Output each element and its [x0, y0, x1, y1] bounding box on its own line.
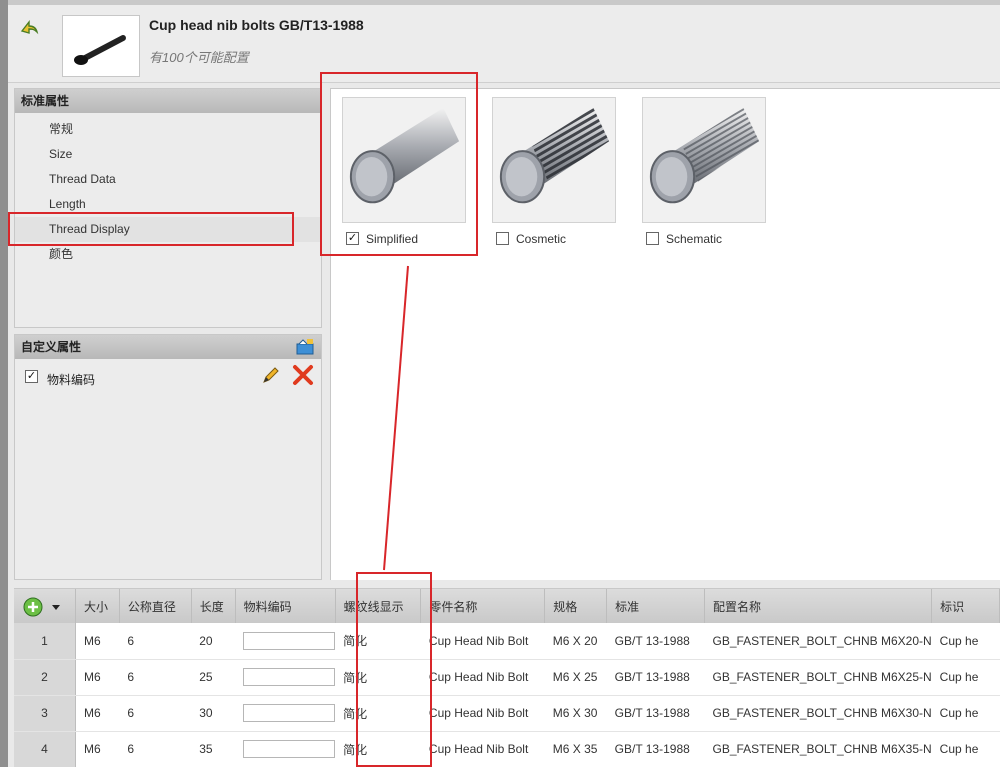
- schematic-thread-image: [642, 97, 766, 223]
- cell-spec: M6 X 30: [544, 695, 607, 732]
- cell-size: M6: [75, 659, 120, 696]
- standard-attributes-panel: 标准属性 常规 Size Thread Data Length Thread D…: [14, 88, 322, 328]
- cell-standard: GB/T 13-1988: [606, 659, 705, 696]
- cell-identifier: Cup he: [931, 659, 1000, 696]
- bolt-thumbnail: [62, 15, 140, 77]
- cell-standard: GB/T 13-1988: [606, 695, 705, 732]
- cell-size: M6: [75, 695, 120, 732]
- row-number: 3: [14, 695, 76, 732]
- cell-diameter: 6: [119, 731, 192, 767]
- bolt-thumbnail-icon: [74, 35, 126, 65]
- cell-config-name: GB_FASTENER_BOLT_CHNB M6X25-N: [704, 659, 932, 696]
- col-spec[interactable]: 规格: [544, 589, 608, 623]
- cell-spec: M6 X 20: [544, 623, 607, 660]
- cell-spec: M6 X 25: [544, 659, 607, 696]
- table-row[interactable]: 3 M6 6 30 简化 Cup Head Nib Bolt M6 X 30 G…: [14, 695, 1000, 732]
- header: Cup head nib bolts GB/T13-1988 有100个可能配置: [8, 5, 1000, 83]
- cosmetic-thread-image: [492, 97, 616, 223]
- grid-menu-icon[interactable]: [22, 596, 68, 618]
- std-item-thread-data[interactable]: Thread Data: [15, 167, 321, 192]
- cell-length: 20: [191, 623, 236, 660]
- cell-size: M6: [75, 731, 120, 767]
- cell-standard: GB/T 13-1988: [606, 731, 705, 767]
- standard-attributes-header: 标准属性: [15, 89, 321, 113]
- col-size[interactable]: 大小: [75, 589, 120, 623]
- cell-part-name: Cup Head Nib Bolt: [420, 731, 545, 767]
- annotation-box-thread-display: [8, 212, 294, 246]
- annotation-connector-line: [383, 265, 409, 571]
- table-row[interactable]: 2 M6 6 25 简化 Cup Head Nib Bolt M6 X 25 G…: [14, 659, 1000, 696]
- cell-identifier: Cup he: [931, 695, 1000, 732]
- cosmetic-label: Cosmetic: [516, 232, 567, 246]
- custom-attributes-title: 自定义属性: [21, 340, 82, 354]
- table-row[interactable]: 1 M6 6 20 简化 Cup Head Nib Bolt M6 X 20 G…: [14, 623, 1000, 660]
- cell-material-code: [235, 623, 336, 660]
- material-code-input[interactable]: [243, 668, 336, 686]
- custom-attribute-label: 物料编码: [47, 373, 96, 387]
- cell-identifier: Cup he: [931, 623, 1000, 660]
- annotation-box-thread-column: [356, 572, 432, 767]
- std-item-size[interactable]: Size: [15, 142, 321, 167]
- col-part-name[interactable]: 零件名称: [420, 589, 546, 623]
- cell-identifier: Cup he: [931, 731, 1000, 767]
- add-property-icon[interactable]: [295, 338, 315, 356]
- cell-material-code: [235, 731, 336, 767]
- cell-config-name: GB_FASTENER_BOLT_CHNB M6X30-N: [704, 695, 932, 732]
- cell-diameter: 6: [119, 695, 192, 732]
- schematic-label: Schematic: [666, 232, 723, 246]
- cosmetic-checkbox[interactable]: [496, 232, 509, 245]
- cell-length: 30: [191, 695, 236, 732]
- cell-standard: GB/T 13-1988: [606, 623, 705, 660]
- edit-pencil-icon[interactable]: [261, 365, 281, 385]
- cell-config-name: GB_FASTENER_BOLT_CHNB M6X20-N: [704, 623, 932, 660]
- cell-spec: M6 X 35: [544, 731, 607, 767]
- page-title: Cup head nib bolts GB/T13-1988: [149, 17, 364, 33]
- schematic-checkbox[interactable]: [646, 232, 659, 245]
- col-identifier[interactable]: 标识: [931, 589, 1000, 623]
- table-row[interactable]: 4 M6 6 35 简化 Cup Head Nib Bolt M6 X 35 G…: [14, 731, 1000, 767]
- row-number: 1: [14, 623, 76, 660]
- configuration-table: 大小 公称直径 长度 物料编码 螺纹线显示 零件名称 规格 标准 配置名称 标识…: [14, 589, 1000, 767]
- annotation-box-simplified: [320, 72, 478, 256]
- cell-part-name: Cup Head Nib Bolt: [420, 623, 545, 660]
- row-number: 2: [14, 659, 76, 696]
- cell-diameter: 6: [119, 623, 192, 660]
- cell-length: 25: [191, 659, 236, 696]
- custom-attributes-panel: 自定义属性 ✓ 物料编码: [14, 334, 322, 580]
- col-config-name[interactable]: 配置名称: [704, 589, 933, 623]
- material-code-input[interactable]: [243, 740, 336, 758]
- window-left-border: [0, 0, 8, 767]
- back-arrow-icon[interactable]: [18, 15, 40, 37]
- configuration-grid: 大小 公称直径 长度 物料编码 螺纹线显示 零件名称 规格 标准 配置名称 标识…: [14, 588, 1000, 767]
- option-cosmetic[interactable]: Cosmetic: [492, 97, 616, 253]
- cell-material-code: [235, 695, 336, 732]
- material-code-input[interactable]: [243, 631, 336, 650]
- custom-attributes-header: 自定义属性: [15, 335, 321, 359]
- col-material-code[interactable]: 物料编码: [235, 589, 336, 623]
- config-count: 有100个可能配置: [149, 50, 249, 65]
- table-header-row: 大小 公称直径 长度 物料编码 螺纹线显示 零件名称 规格 标准 配置名称 标识: [14, 589, 1000, 623]
- cell-size: M6: [75, 623, 120, 660]
- col-standard[interactable]: 标准: [606, 589, 705, 623]
- cell-diameter: 6: [119, 659, 192, 696]
- grid-menu-cell: [14, 589, 76, 623]
- col-length[interactable]: 长度: [191, 589, 236, 623]
- option-schematic[interactable]: Schematic: [642, 97, 766, 253]
- material-code-input[interactable]: [243, 704, 336, 722]
- custom-attribute-checkbox[interactable]: ✓: [25, 370, 38, 383]
- cell-part-name: Cup Head Nib Bolt: [420, 695, 545, 732]
- col-nominal-diameter[interactable]: 公称直径: [119, 589, 192, 623]
- cell-config-name: GB_FASTENER_BOLT_CHNB M6X35-N: [704, 731, 932, 767]
- cell-length: 35: [191, 731, 236, 767]
- custom-attribute-row: ✓ 物料编码: [15, 359, 321, 389]
- std-item-general[interactable]: 常规: [15, 117, 321, 142]
- row-number: 4: [14, 731, 76, 767]
- cell-material-code: [235, 659, 336, 696]
- delete-x-icon[interactable]: [291, 363, 315, 387]
- cell-part-name: Cup Head Nib Bolt: [420, 659, 545, 696]
